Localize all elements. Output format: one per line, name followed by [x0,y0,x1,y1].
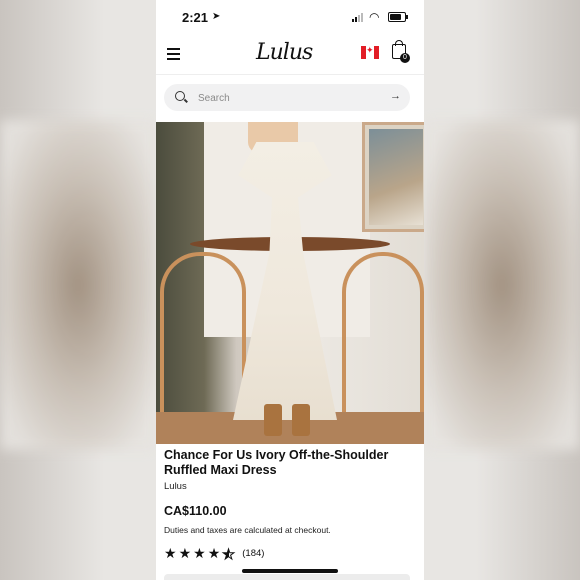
half-star-icon: ★ ★ [222,545,236,562]
wifi-icon: ◠ [369,10,380,24]
phone-screen: 2:21 ➤ ◠ Lulus 0 → Chance For Us Ivory O… [156,0,424,580]
search-bar[interactable]: → [164,84,410,111]
product-image[interactable] [156,122,424,444]
star-icon: ★ [178,545,192,561]
menu-icon[interactable] [167,48,180,63]
star-icon: ★ [193,545,206,561]
product-title: Chance For Us Ivory Off-the-Shoulder Ruf… [164,448,389,477]
battery-icon [388,12,408,22]
duties-note: Duties and taxes are calculated at check… [164,525,331,535]
arrow-right-icon[interactable]: → [390,90,401,102]
background-blur-left [0,120,156,450]
search-input[interactable] [196,88,385,109]
site-header: Lulus 0 [156,38,424,70]
home-indicator [242,569,338,573]
status-bar: 2:21 ➤ ◠ [156,0,424,34]
star-icon: ★ [207,545,221,561]
star-icon: ★ [164,545,177,561]
cart-count-badge: 0 [400,53,410,63]
status-time: 2:21 [182,10,209,25]
review-count[interactable]: (184) [242,548,264,559]
location-arrow-icon: ➤ [212,11,221,22]
lulus-logo[interactable]: Lulus [256,40,313,65]
header-divider [156,74,424,75]
search-icon [175,91,185,101]
cellular-signal-icon [352,13,363,22]
background-blur-right [424,120,580,450]
bottom-action-bar[interactable] [164,574,410,580]
product-price: CA$110.00 [164,504,227,518]
product-rating[interactable]: ★ ★ ★ ★ ★ ★ (184) [164,545,264,562]
wall-art [362,122,424,232]
canada-flag-icon[interactable] [361,45,379,59]
product-brand[interactable]: Lulus [164,481,187,492]
